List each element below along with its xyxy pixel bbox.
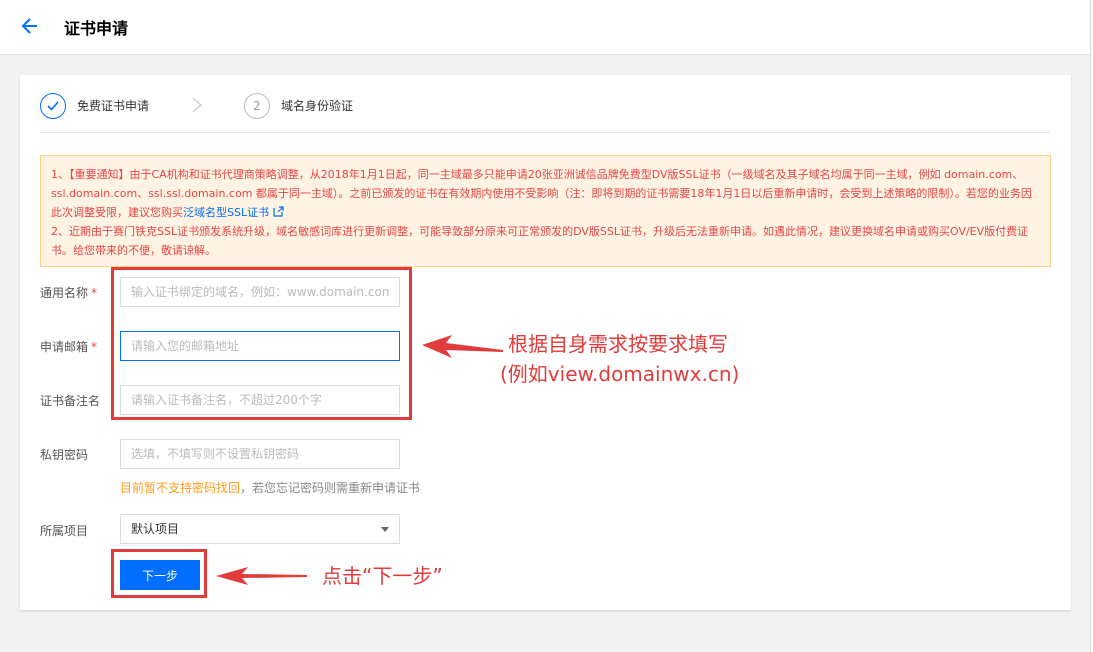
step-2-label: 域名身份验证	[281, 99, 354, 113]
email-input[interactable]	[120, 331, 400, 361]
annotation-click-next: 点击“下一步”	[322, 564, 443, 588]
back-arrow-icon[interactable]	[20, 14, 40, 38]
private-key-password-label: 私钥密码	[40, 448, 89, 462]
page-title: 证书申请	[64, 19, 129, 38]
notice-paragraph-2: 2、近期由于赛门铁克SSL证书颁发系统升级，域名敏感词库进行更新调整，可能导致部…	[51, 225, 1029, 257]
annotation-fill-instruction: 根据自身需求按要求填写	[508, 332, 728, 356]
remark-input[interactable]	[120, 385, 400, 415]
annotation-fill-example: (例如view.domainwx.cn)	[500, 362, 740, 386]
checkmark-icon	[47, 101, 59, 111]
password-hint: 目前暂不支持密码找回，若您忘记密码则需重新申请证书	[120, 481, 421, 495]
step-1-complete-icon	[40, 93, 66, 119]
step-indicator: 免费证书申请 2 域名身份验证	[40, 75, 1050, 133]
important-notice: 1、【重要通知】由于CA机构和证书代理商策略调整，从2018年1月1日起，同一主…	[40, 155, 1051, 267]
email-label: 申请邮箱 *	[40, 340, 98, 354]
common-name-input[interactable]	[120, 277, 400, 307]
next-step-button[interactable]: 下一步	[120, 560, 200, 590]
chevron-right-icon	[192, 97, 202, 113]
project-label: 所属项目	[40, 524, 89, 538]
external-link-icon[interactable]	[273, 206, 284, 217]
wildcard-ssl-link[interactable]: 泛域名型SSL证书	[183, 206, 269, 219]
top-bar: 证书申请	[0, 0, 1090, 55]
remark-label: 证书备注名	[40, 394, 101, 408]
project-selected-value: 默认项目	[131, 522, 180, 536]
step-1-label: 免费证书申请	[77, 99, 150, 113]
project-select[interactable]: 默认项目	[120, 514, 400, 544]
common-name-label: 通用名称 *	[40, 286, 98, 300]
step-2-number: 2	[244, 93, 270, 119]
private-key-password-input[interactable]	[120, 439, 400, 469]
dropdown-caret-icon	[381, 527, 389, 532]
